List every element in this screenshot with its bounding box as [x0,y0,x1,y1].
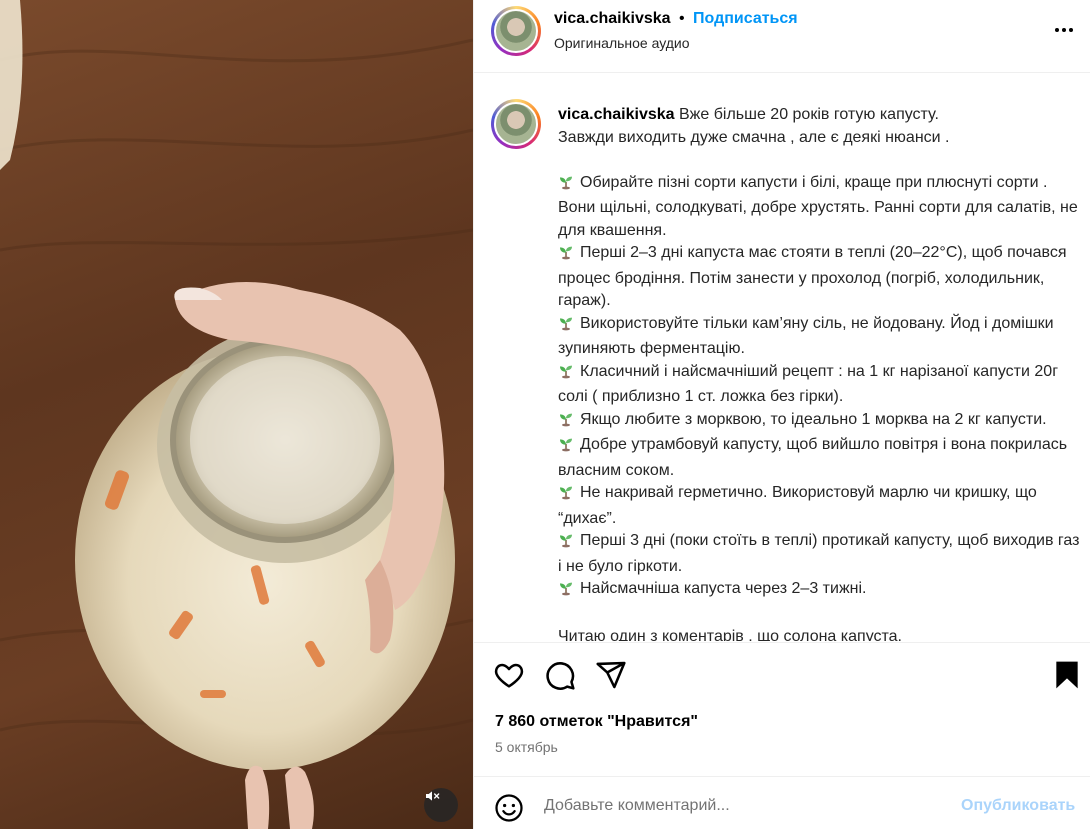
mute-button[interactable] [424,788,458,822]
caption-tip: Перші 2–3 дні капуста має стояти в теплі… [558,242,1084,313]
caption-tip: Перші 3 дні (поки стоїть в теплі) протик… [558,530,1084,578]
tips-list: Обирайте пізні сорти капусти і білі, кра… [558,172,1084,604]
caption-tip: Добре утрамбовуй капусту, щоб вийшло пов… [558,434,1084,482]
caption-scroll-area[interactable]: vica.chaikivska Вже більше 20 років готу… [474,74,1090,641]
post-date[interactable]: 5 октябрь [495,739,558,755]
seedling-icon [558,436,580,460]
caption-tip: Використовуйте тільки кам’яну сіль, не й… [558,313,1084,361]
caption-tip: Обирайте пізні сорти капусти і білі, кра… [558,172,1084,243]
comment-bar: Опубликовать [474,776,1090,829]
tip-text: Найсмачніша капуста через 2–3 тижні. [580,580,867,597]
caption-username[interactable]: vica.chaikivska [558,106,675,123]
caption-tip: Не накривай герметично. Використовуй мар… [558,482,1084,530]
action-bar [474,642,1090,708]
separator-dot: • [679,10,685,27]
bookmark-icon[interactable] [1051,659,1083,691]
caption-tip: Класичний і найсмачніший рецепт : на 1 к… [558,361,1084,409]
seedling-icon [558,315,580,339]
caption-intro: vica.chaikivska Вже більше 20 років готу… [558,104,1084,127]
caption-tip: Найсмачніша капуста через 2–3 тижні. [558,578,1084,604]
more-dot [1062,28,1066,32]
smiley-icon[interactable] [494,793,524,823]
likes-count[interactable]: 7 860 отметок "Нравится" [495,713,698,731]
publish-button[interactable]: Опубликовать [961,797,1075,815]
more-dot [1069,28,1073,32]
post-caption: vica.chaikivska Вже більше 20 років готу… [558,104,1084,641]
media-illustration [0,0,473,829]
seedling-icon [558,174,580,198]
seedling-icon [558,244,580,268]
speaker-muted-icon [426,791,440,801]
more-horizontal-icon [1055,28,1059,32]
post-media[interactable] [0,0,473,829]
author-username[interactable]: vica.chaikivska [554,10,671,28]
tip-text: Перші 3 дні (поки стоїть в теплі) протик… [558,532,1080,575]
tip-text: Класичний і найсмачніший рецепт : на 1 к… [558,362,1059,406]
comment-input[interactable] [544,791,944,821]
post-details-panel: vica.chaikivska • Подписаться Оригинальн… [473,0,1090,829]
post-header: vica.chaikivska • Подписаться Оригинальн… [474,0,1090,73]
caption-line: Завжди виходить дуже смачна , але є деяк… [558,128,950,146]
avatar[interactable] [491,6,541,56]
comment-icon[interactable] [544,659,576,691]
caption-line: Вже більше 20 років готую капусту. [679,106,939,123]
seedling-icon [558,363,580,387]
seedling-icon [558,580,580,604]
tip-text: Не накривай герметично. Використовуй мар… [558,484,1037,527]
caption-avatar[interactable] [491,99,541,149]
caption-line: Читаю один з коментарів , що солона капу… [558,628,902,641]
tip-text: Використовуйте тільки кам’яну сіль, не й… [558,314,1054,358]
tip-text: Перші 2–3 дні капуста має стояти в теплі… [558,244,1067,309]
follow-button[interactable]: Подписаться [693,10,798,28]
share-icon[interactable] [595,659,627,691]
tip-text: Якщо любите з морквою, то ідеально 1 мор… [580,410,1047,428]
seedling-icon [558,532,580,556]
heart-icon[interactable] [493,659,525,691]
seedling-icon [558,484,580,508]
caption-tip: Якщо любите з морквою, то ідеально 1 мор… [558,409,1084,435]
seedling-icon [558,411,580,435]
audio-link[interactable]: Оригинальное аудио [554,35,690,51]
more-options-button[interactable] [1050,22,1078,38]
tip-text: Добре утрамбовуй капусту, щоб вийшло пов… [558,436,1068,479]
tip-text: Обирайте пізні сорти капусти і білі, кра… [558,173,1078,239]
